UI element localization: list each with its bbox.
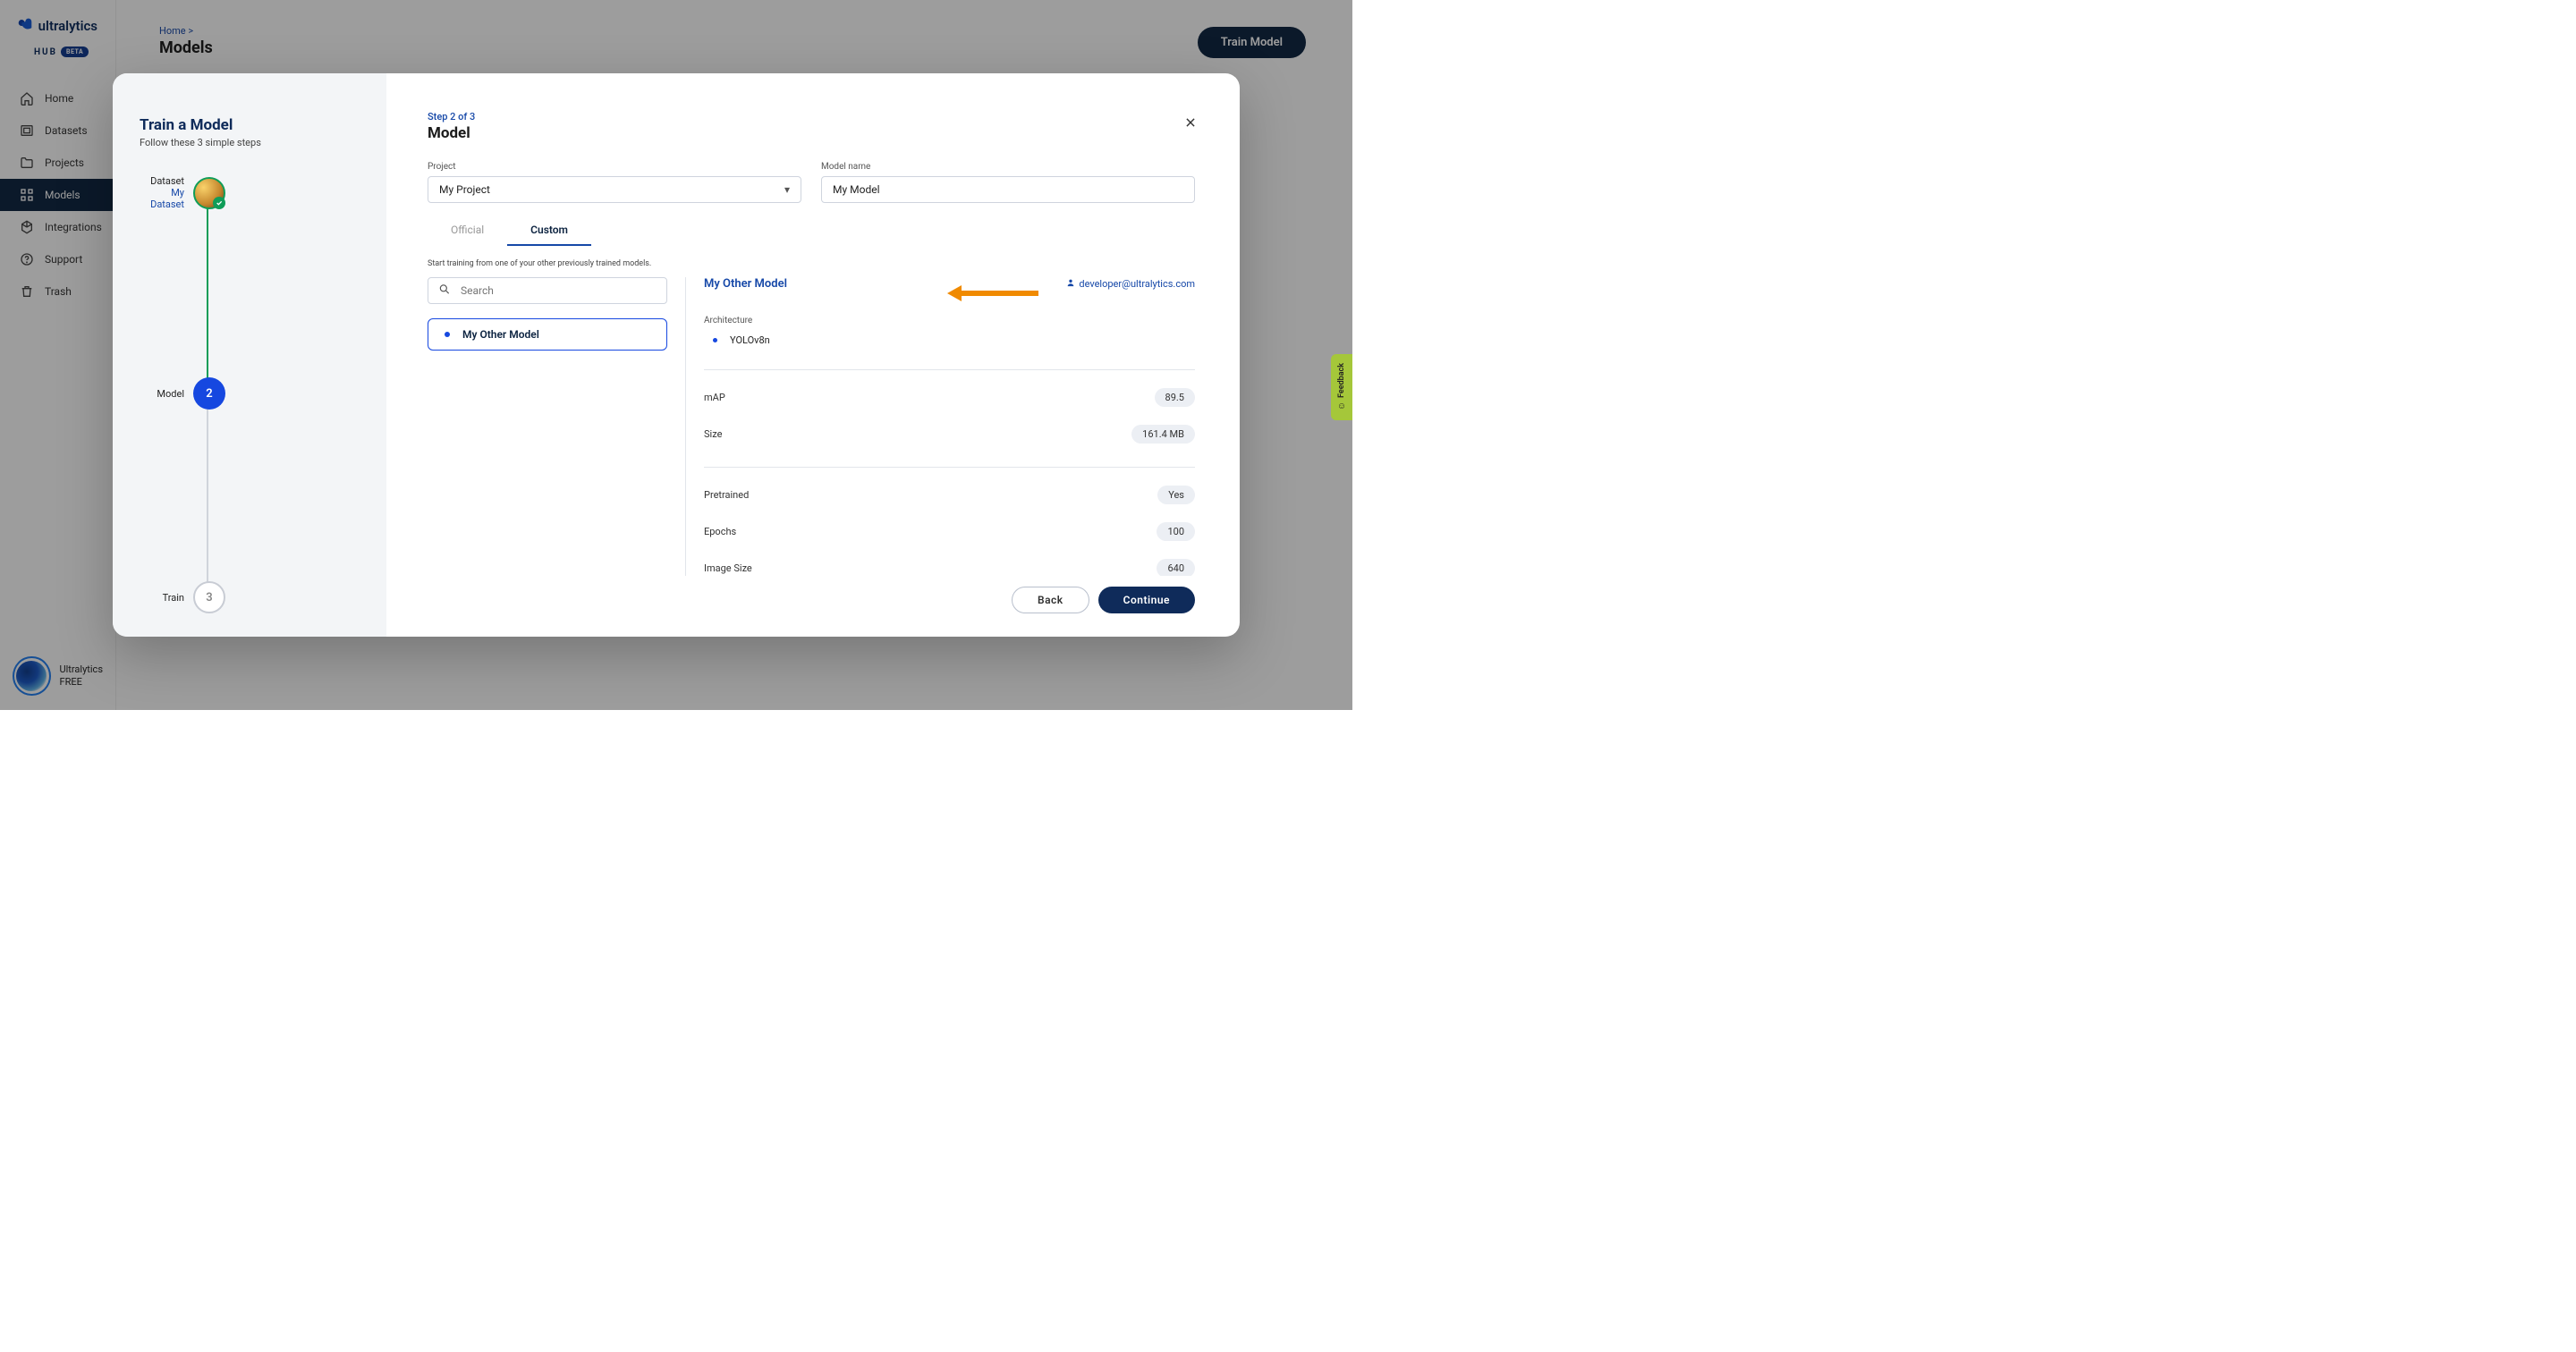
back-button[interactable]: Back (1012, 587, 1089, 613)
architecture-value: YOLOv8n (704, 334, 1195, 346)
feedback-label: Feedback (1337, 363, 1346, 398)
tab-official[interactable]: Official (428, 215, 507, 246)
close-button[interactable] (1184, 114, 1197, 133)
model-list-column: My Other Model (428, 277, 667, 576)
step-indicator: Step 2 of 3 (428, 111, 1195, 123)
close-icon (1184, 116, 1197, 129)
project-label: Project (428, 162, 801, 172)
search-icon (438, 283, 451, 300)
architecture-label: Architecture (704, 316, 1195, 325)
project-select[interactable]: My Project ▾ (428, 176, 801, 203)
user-icon (1066, 278, 1075, 290)
detail-author: developer@ultralytics.com (1066, 278, 1195, 290)
model-name-label: Model name (821, 162, 1195, 172)
detail-title: My Other Model (704, 277, 787, 291)
stat-epochs: Epochs 100 (704, 522, 1195, 541)
stat-pretrained: Pretrained Yes (704, 486, 1195, 504)
stepper: Dataset My Dataset Model 2 Train 3 (140, 179, 360, 599)
step-dataset[interactable]: Dataset My Dataset (140, 175, 360, 210)
step-1-node (193, 177, 225, 209)
help-text: Start training from one of your other pr… (428, 259, 1195, 268)
modal-content-panel: Step 2 of 3 Model Project My Project ▾ M… (386, 73, 1240, 637)
step-2-node: 2 (193, 377, 225, 410)
model-detail-column: My Other Model developer@ultralytics.com… (685, 277, 1195, 576)
check-icon (213, 197, 225, 209)
smile-icon: ☺ (1337, 401, 1346, 411)
bullet-icon (445, 332, 450, 337)
content-title: Model (428, 124, 1195, 142)
model-name-input[interactable] (821, 176, 1195, 203)
model-list-item[interactable]: My Other Model (428, 318, 667, 351)
feedback-tab[interactable]: Feedback ☺ (1331, 354, 1352, 420)
search-input[interactable] (428, 277, 667, 304)
stat-map: mAP 89.5 (704, 388, 1195, 407)
step-3-node: 3 (193, 581, 225, 613)
chevron-down-icon: ▾ (784, 183, 790, 196)
train-model-modal: Train a Model Follow these 3 simple step… (113, 73, 1240, 637)
stat-image-size: Image Size 640 (704, 559, 1195, 576)
modal-stepper-panel: Train a Model Follow these 3 simple step… (113, 73, 386, 637)
stat-size: Size 161.4 MB (704, 425, 1195, 444)
step-train[interactable]: Train 3 (140, 581, 360, 613)
modal-footer: Back Continue (428, 576, 1195, 613)
tab-custom[interactable]: Custom (507, 215, 591, 246)
continue-button[interactable]: Continue (1098, 587, 1195, 613)
model-source-tabs: Official Custom (428, 215, 1195, 247)
bullet-icon (713, 338, 717, 342)
step-model[interactable]: Model 2 (140, 377, 360, 410)
modal-title: Train a Model (140, 116, 360, 134)
search-box (428, 277, 667, 304)
modal-subtitle: Follow these 3 simple steps (140, 137, 360, 148)
